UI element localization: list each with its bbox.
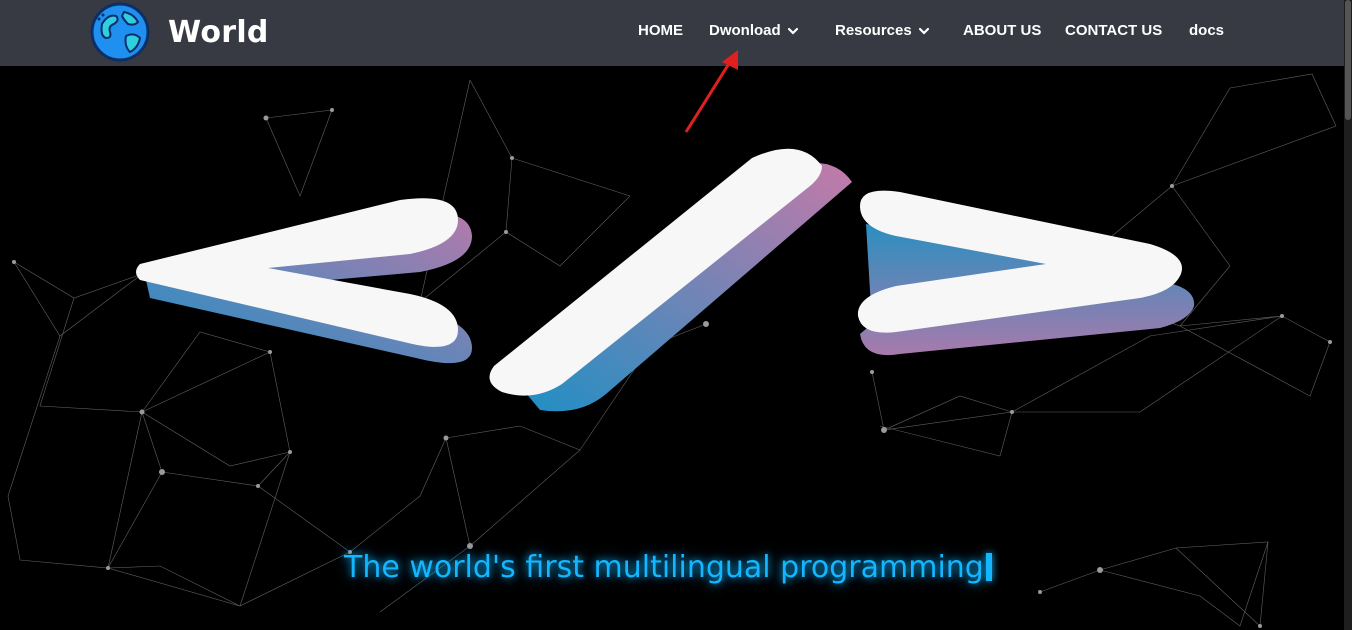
chevron-down-icon [918,27,929,35]
hero-tagline: The world's first multilingual programmi… [344,550,992,585]
nav-download[interactable]: Dwonload [709,22,800,39]
nav-home[interactable]: HOME [638,22,683,39]
slash-symbol [489,148,852,412]
tagline-text: The world's first multilingual programmi… [344,550,984,585]
globe-icon [90,2,150,62]
nav-resources-label: Resources [835,22,912,39]
brand-name: World [168,14,269,50]
nav-about[interactable]: ABOUT US [963,22,1041,39]
top-navbar: World HOME Dwonload Resources ABOUT US C… [0,0,1344,66]
nav-about-label: ABOUT US [963,22,1042,39]
nav-docs[interactable]: docs [1189,22,1224,39]
less-than-symbol [136,198,472,364]
nav-download-label: Dwonload [709,22,781,39]
code-brackets-illustration [136,148,1195,412]
nav-docs-label: docs [1189,22,1225,39]
nav-home-label: HOME [638,22,683,39]
chevron-down-icon [787,27,798,35]
greater-than-symbol [857,190,1195,356]
typing-cursor [985,553,992,581]
scrollbar-thumb[interactable] [1345,0,1351,120]
nav-contact[interactable]: CONTACT US [1065,22,1162,39]
nav-contact-label: CONTACT US [1065,22,1163,39]
brand[interactable]: World [90,2,269,62]
page-scrollbar[interactable] [1344,0,1352,630]
hero-section: The world's first multilingual programmi… [0,66,1344,630]
nav-resources[interactable]: Resources [835,22,931,39]
